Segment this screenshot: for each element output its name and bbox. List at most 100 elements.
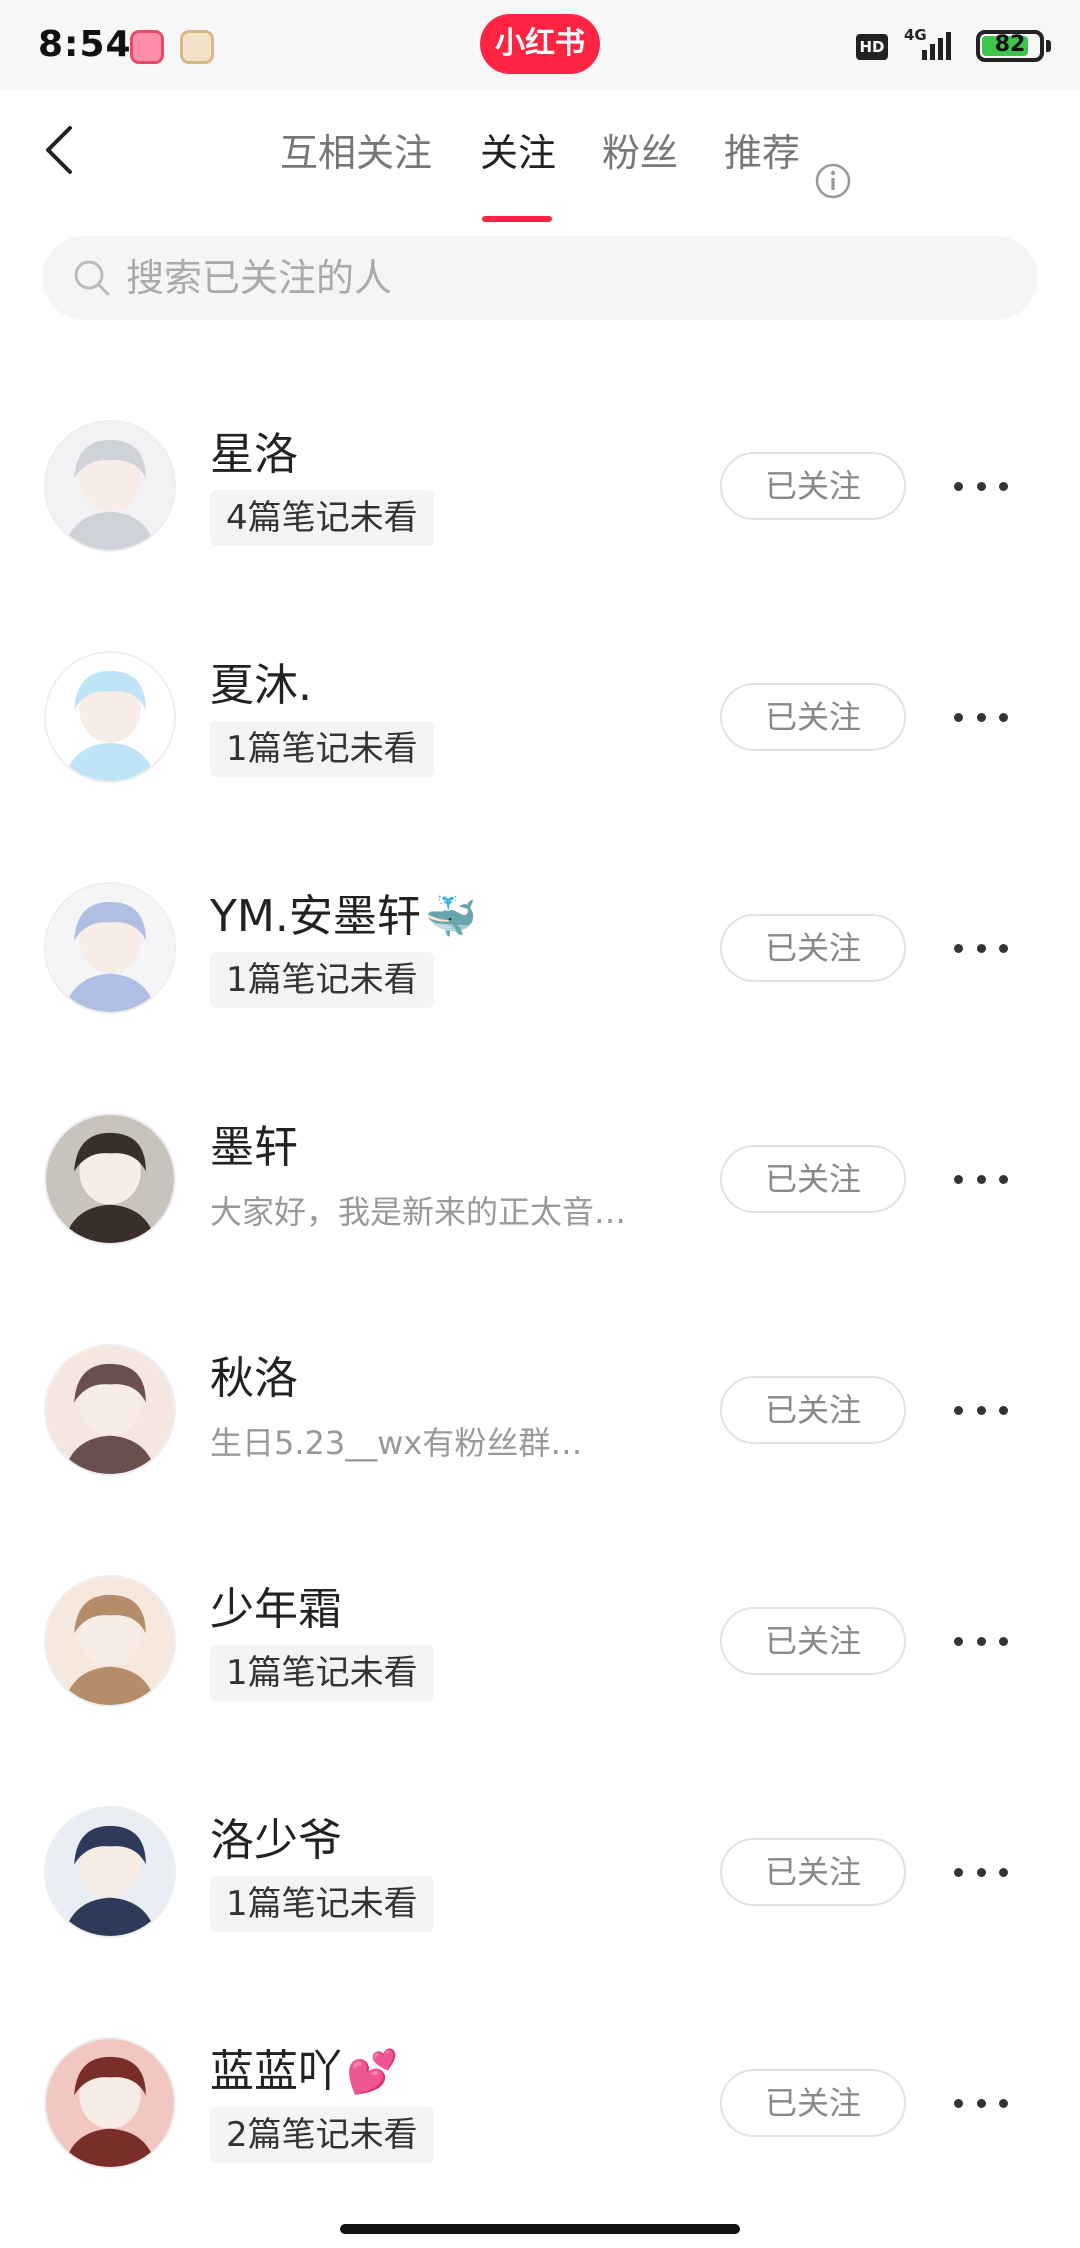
dot — [999, 2098, 1008, 2108]
user-name-text: 洛少爷 — [210, 1815, 342, 1866]
following-button[interactable]: 已关注 — [720, 1145, 906, 1213]
avatar[interactable] — [44, 651, 176, 783]
dot — [999, 1405, 1008, 1415]
more-options-icon[interactable] — [946, 1852, 1016, 1892]
dot — [954, 481, 963, 491]
unread-notes-badge: 1篇笔记未看 — [210, 952, 434, 1008]
signal-icon — [922, 32, 951, 60]
user-bio: 生日5.23__wx有粉丝群… — [210, 1424, 583, 1462]
home-indicator[interactable] — [340, 2224, 740, 2234]
notification-app-icon — [130, 30, 164, 64]
unread-notes-badge: 4篇笔记未看 — [210, 490, 434, 546]
search-bar — [42, 236, 1038, 320]
avatar[interactable] — [44, 420, 176, 552]
user-bio: 大家好，我是新来的正太音… — [210, 1193, 627, 1231]
dot — [999, 943, 1008, 953]
unread-notes-badge: 1篇笔记未看 — [210, 721, 434, 777]
user-name-text: 秋洛 — [210, 1353, 298, 1404]
list-item[interactable]: YM.安墨轩🐳 1篇笔记未看 已关注 — [0, 832, 1080, 1063]
following-button[interactable]: 已关注 — [720, 1607, 906, 1675]
dot — [999, 712, 1008, 722]
more-options-icon[interactable] — [946, 697, 1016, 737]
tab-bar: 互相关注 关注 粉丝 推荐 — [0, 122, 1080, 222]
user-name-text: 墨轩 — [210, 1122, 298, 1173]
list-item[interactable]: 秋洛生日5.23__wx有粉丝群… 已关注 — [0, 1294, 1080, 1525]
dot — [976, 2098, 986, 2108]
more-options-icon[interactable] — [946, 1159, 1016, 1199]
avatar[interactable] — [44, 1113, 176, 1245]
header: 互相关注 关注 粉丝 推荐 — [0, 90, 1080, 230]
status-time: 8:54 — [38, 24, 132, 65]
user-name[interactable]: 星洛 — [210, 418, 298, 482]
more-options-icon[interactable] — [946, 928, 1016, 968]
following-button[interactable]: 已关注 — [720, 2069, 906, 2137]
status-bar: 8:54 小红书 HD 4G 82 — [0, 0, 1080, 90]
unread-notes-badge: 1篇笔记未看 — [210, 1876, 434, 1932]
dot — [976, 1867, 986, 1877]
battery-icon: 82 — [976, 30, 1044, 62]
dot — [976, 1174, 986, 1184]
avatar[interactable] — [44, 882, 176, 1014]
hd-icon: HD — [856, 34, 888, 60]
dot — [999, 1636, 1008, 1646]
dot — [976, 1405, 986, 1415]
following-button[interactable]: 已关注 — [720, 914, 906, 982]
dot — [954, 1867, 963, 1877]
avatar[interactable] — [44, 2037, 176, 2169]
tab-following[interactable]: 关注 — [480, 122, 556, 177]
user-name[interactable]: 秋洛 — [210, 1342, 298, 1406]
dot — [976, 712, 986, 722]
list-item[interactable]: 星洛 4篇笔记未看 已关注 — [0, 370, 1080, 601]
user-name[interactable]: 墨轩 — [210, 1111, 298, 1175]
tab-fans[interactable]: 粉丝 — [602, 122, 678, 177]
search-input[interactable] — [126, 246, 1006, 310]
more-options-icon[interactable] — [946, 2083, 1016, 2123]
avatar[interactable] — [44, 1575, 176, 1707]
more-options-icon[interactable] — [946, 1390, 1016, 1430]
dot — [976, 943, 986, 953]
user-name[interactable]: 蓝蓝吖💕 — [210, 2035, 398, 2099]
following-button[interactable]: 已关注 — [720, 683, 906, 751]
battery-percent: 82 — [994, 32, 1026, 57]
user-name[interactable]: 少年霜 — [210, 1573, 342, 1637]
avatar[interactable] — [44, 1344, 176, 1476]
user-name[interactable]: 洛少爷 — [210, 1804, 342, 1868]
avatar[interactable] — [44, 1806, 176, 1938]
following-list: 星洛 4篇笔记未看 已关注 夏沐. 1篇笔记未看 已关注 YM.安墨轩🐳 1篇笔记未看 已关注墨… — [0, 370, 1080, 2218]
more-options-icon[interactable] — [946, 1621, 1016, 1661]
unread-notes-badge: 1篇笔记未看 — [210, 1645, 434, 1701]
list-item[interactable]: 蓝蓝吖💕 2篇笔记未看 已关注 — [0, 1987, 1080, 2218]
dot — [954, 1636, 963, 1646]
dot — [954, 712, 963, 722]
tab-mutual[interactable]: 互相关注 — [280, 122, 432, 177]
user-name-text: 少年霜 — [210, 1584, 342, 1635]
list-item[interactable]: 洛少爷 1篇笔记未看 已关注 — [0, 1756, 1080, 1987]
dot — [999, 481, 1008, 491]
dot — [954, 943, 963, 953]
user-name[interactable]: YM.安墨轩🐳 — [210, 880, 477, 944]
list-item[interactable]: 墨轩大家好，我是新来的正太音… 已关注 — [0, 1063, 1080, 1294]
following-button[interactable]: 已关注 — [720, 1838, 906, 1906]
dot — [954, 1174, 963, 1184]
dot — [976, 481, 986, 491]
more-options-icon[interactable] — [946, 466, 1016, 506]
user-name[interactable]: 夏沐. — [210, 649, 312, 713]
following-button[interactable]: 已关注 — [720, 452, 906, 520]
name-emoji: 💕 — [346, 2047, 399, 2096]
unread-notes-badge: 2篇笔记未看 — [210, 2107, 434, 2163]
list-item[interactable]: 少年霜 1篇笔记未看 已关注 — [0, 1525, 1080, 1756]
user-name-text: 星洛 — [210, 429, 298, 480]
battery-cap — [1046, 40, 1051, 52]
notification-app-icon — [180, 30, 214, 64]
tab-active-indicator — [482, 216, 552, 222]
tab-recommend[interactable]: 推荐 — [724, 122, 800, 177]
info-icon[interactable] — [814, 162, 852, 200]
user-name-text: 蓝蓝吖 — [210, 2046, 342, 2097]
following-button[interactable]: 已关注 — [720, 1376, 906, 1444]
dot — [954, 2098, 963, 2108]
list-item[interactable]: 夏沐. 1篇笔记未看 已关注 — [0, 601, 1080, 832]
dot — [999, 1174, 1008, 1184]
user-name-text: 夏沐. — [210, 660, 312, 711]
search-icon — [74, 260, 110, 296]
dot — [976, 1636, 986, 1646]
